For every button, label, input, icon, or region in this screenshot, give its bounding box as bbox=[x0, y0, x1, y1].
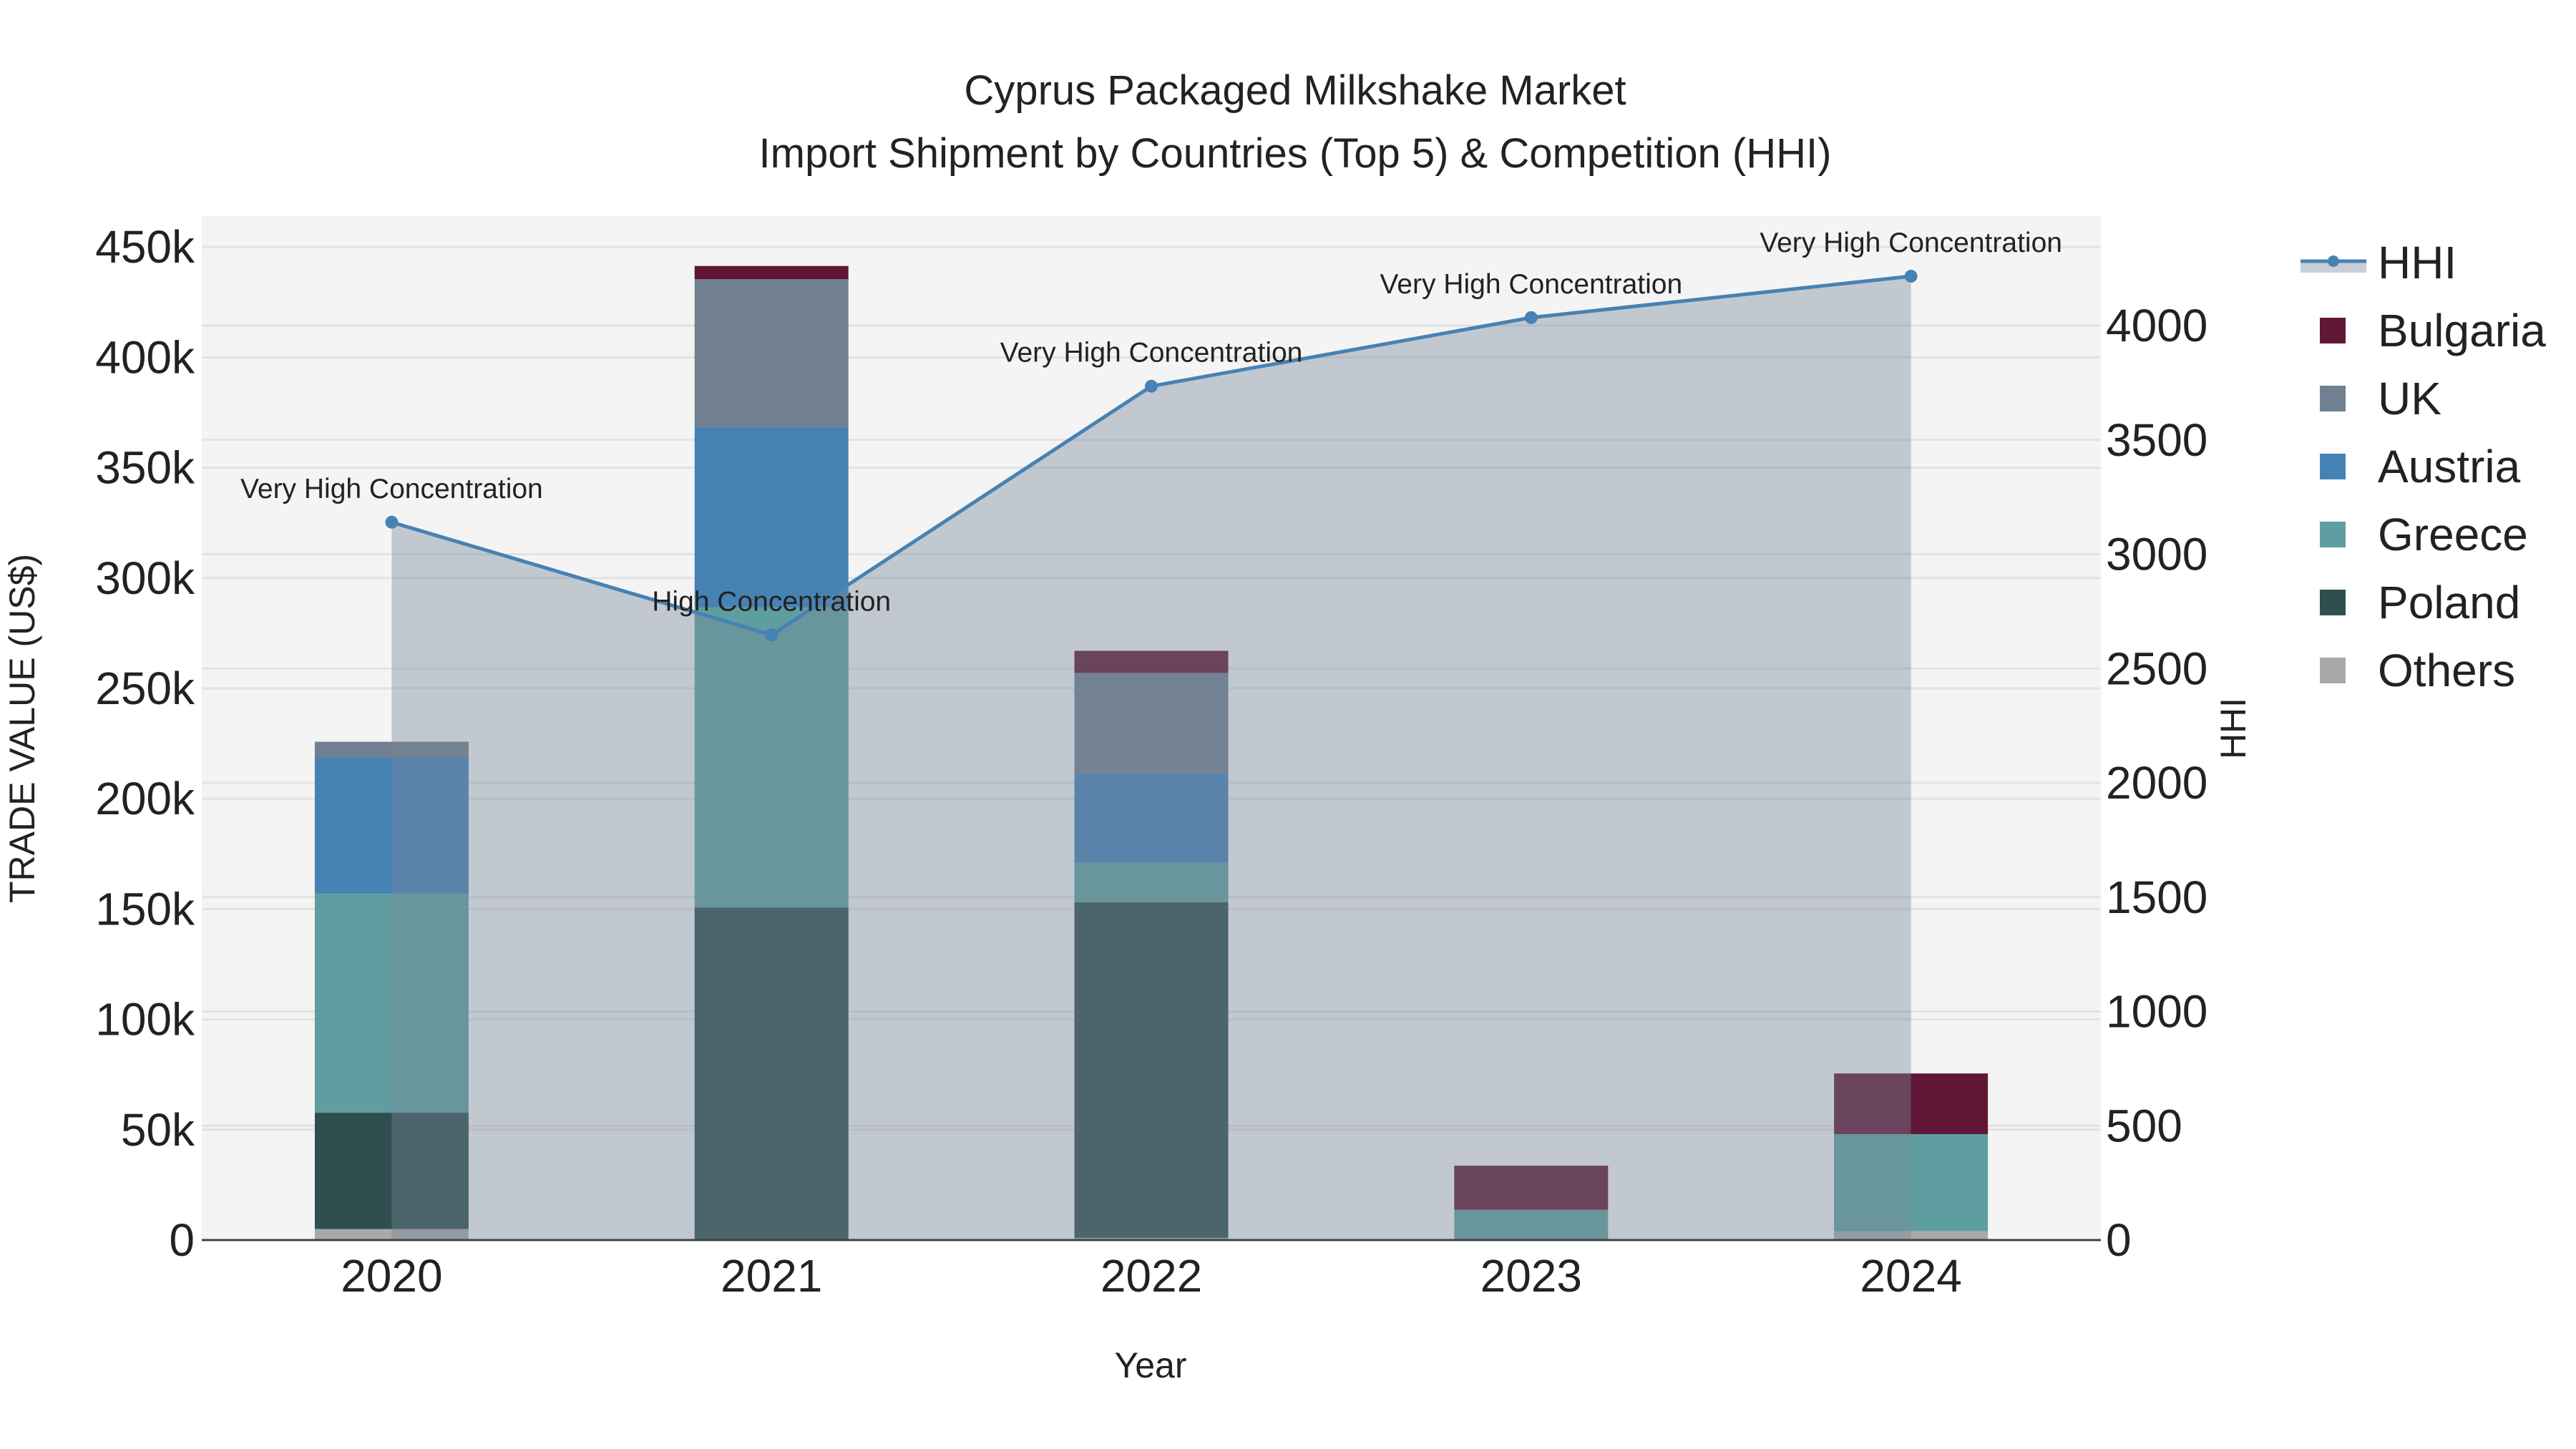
y-tick-label: 100k bbox=[95, 994, 195, 1045]
y2-tick-label: 0 bbox=[2106, 1214, 2132, 1266]
legend-label: Austria bbox=[2378, 441, 2521, 492]
y2-tick-label: 2500 bbox=[2106, 643, 2207, 694]
y2-tick-label: 1000 bbox=[2106, 986, 2207, 1038]
legend-label: Others bbox=[2378, 645, 2515, 696]
y2-tick-label: 500 bbox=[2106, 1100, 2182, 1151]
y2-tick-label: 4000 bbox=[2106, 300, 2207, 351]
legend-swatch bbox=[2320, 658, 2346, 683]
chart-title: Cyprus Packaged Milkshake Market bbox=[964, 67, 1626, 114]
legend-item-greece: Greece bbox=[2320, 509, 2528, 560]
y2-tick-label: 2000 bbox=[2106, 757, 2207, 809]
legend-item-hhi: HHI bbox=[2301, 237, 2457, 288]
legend-marker bbox=[2328, 255, 2339, 267]
legend-label: Poland bbox=[2378, 577, 2520, 628]
x-tick-label: 2023 bbox=[1480, 1250, 1582, 1302]
y-axis-ticks: 0 50k 100k 150k 200k 250k 300k 350k 400k 450k bbox=[95, 221, 195, 1266]
legend-label: UK bbox=[2378, 373, 2441, 424]
x-tick-label: 2024 bbox=[1860, 1250, 1961, 1302]
legend-swatch bbox=[2320, 386, 2346, 411]
hhi-point bbox=[765, 628, 779, 642]
hhi-annotation: Very High Concentration bbox=[1760, 228, 2062, 258]
legend-label: Bulgaria bbox=[2378, 305, 2546, 356]
y2-axis-title: HHI bbox=[2213, 698, 2253, 759]
y-tick-label: 200k bbox=[95, 773, 195, 824]
legend-item-others: Others bbox=[2320, 645, 2515, 696]
legend-item-poland: Poland bbox=[2320, 577, 2520, 628]
y-tick-label: 400k bbox=[95, 331, 195, 383]
x-tick-label: 2022 bbox=[1101, 1250, 1202, 1302]
legend-item-uk: UK bbox=[2320, 373, 2441, 424]
hhi-annotation: Very High Concentration bbox=[1380, 269, 1682, 300]
hhi-annotation: Very High Concentration bbox=[240, 474, 543, 504]
hhi-annotation: High Concentration bbox=[652, 586, 891, 617]
chart-subtitle: Import Shipment by Countries (Top 5) & C… bbox=[759, 130, 1832, 177]
y-tick-label: 350k bbox=[95, 442, 195, 494]
x-axis-title: Year bbox=[1114, 1345, 1186, 1385]
legend-label: HHI bbox=[2378, 237, 2457, 288]
y2-tick-label: 3000 bbox=[2106, 529, 2207, 580]
hhi-point bbox=[1145, 379, 1158, 393]
y-tick-label: 50k bbox=[121, 1104, 195, 1156]
bar-austria-2021 bbox=[694, 426, 849, 608]
legend-swatch bbox=[2320, 590, 2346, 615]
y-tick-label: 450k bbox=[95, 221, 195, 273]
y2-tick-label: 3500 bbox=[2106, 414, 2207, 466]
legend-item-austria: Austria bbox=[2320, 441, 2521, 492]
legend-swatch bbox=[2320, 318, 2346, 343]
legend-label: Greece bbox=[2378, 509, 2528, 560]
x-tick-label: 2021 bbox=[721, 1250, 822, 1302]
hhi-point bbox=[1524, 311, 1538, 324]
legend-swatch bbox=[2320, 454, 2346, 479]
hhi-point bbox=[385, 515, 399, 529]
bar-uk-2021 bbox=[694, 279, 849, 427]
y-tick-label: 300k bbox=[95, 552, 195, 604]
y-axis-title: TRADE VALUE (US$) bbox=[2, 554, 42, 903]
chart: Very High Concentration High Concentratio… bbox=[2, 67, 2546, 1385]
y-tick-label: 0 bbox=[169, 1214, 195, 1266]
y-tick-label: 150k bbox=[95, 883, 195, 935]
y2-tick-label: 1500 bbox=[2106, 872, 2207, 923]
legend-item-bulgaria: Bulgaria bbox=[2320, 305, 2546, 356]
y2-axis-ticks: 0 500 1000 1500 2000 2500 3000 3500 4000 bbox=[2106, 300, 2207, 1266]
x-tick-label: 2020 bbox=[341, 1250, 442, 1302]
bar-bulgaria-2021 bbox=[694, 265, 849, 280]
legend: HHI Bulgaria UK Austria Greece Poland Others bbox=[2301, 237, 2546, 696]
hhi-point bbox=[1904, 270, 1918, 283]
y-tick-label: 250k bbox=[95, 663, 195, 714]
x-axis-ticks: 2020 2021 2022 2023 2024 bbox=[341, 1250, 1962, 1302]
hhi-annotation: Very High Concentration bbox=[1000, 338, 1303, 369]
legend-swatch bbox=[2320, 522, 2346, 547]
